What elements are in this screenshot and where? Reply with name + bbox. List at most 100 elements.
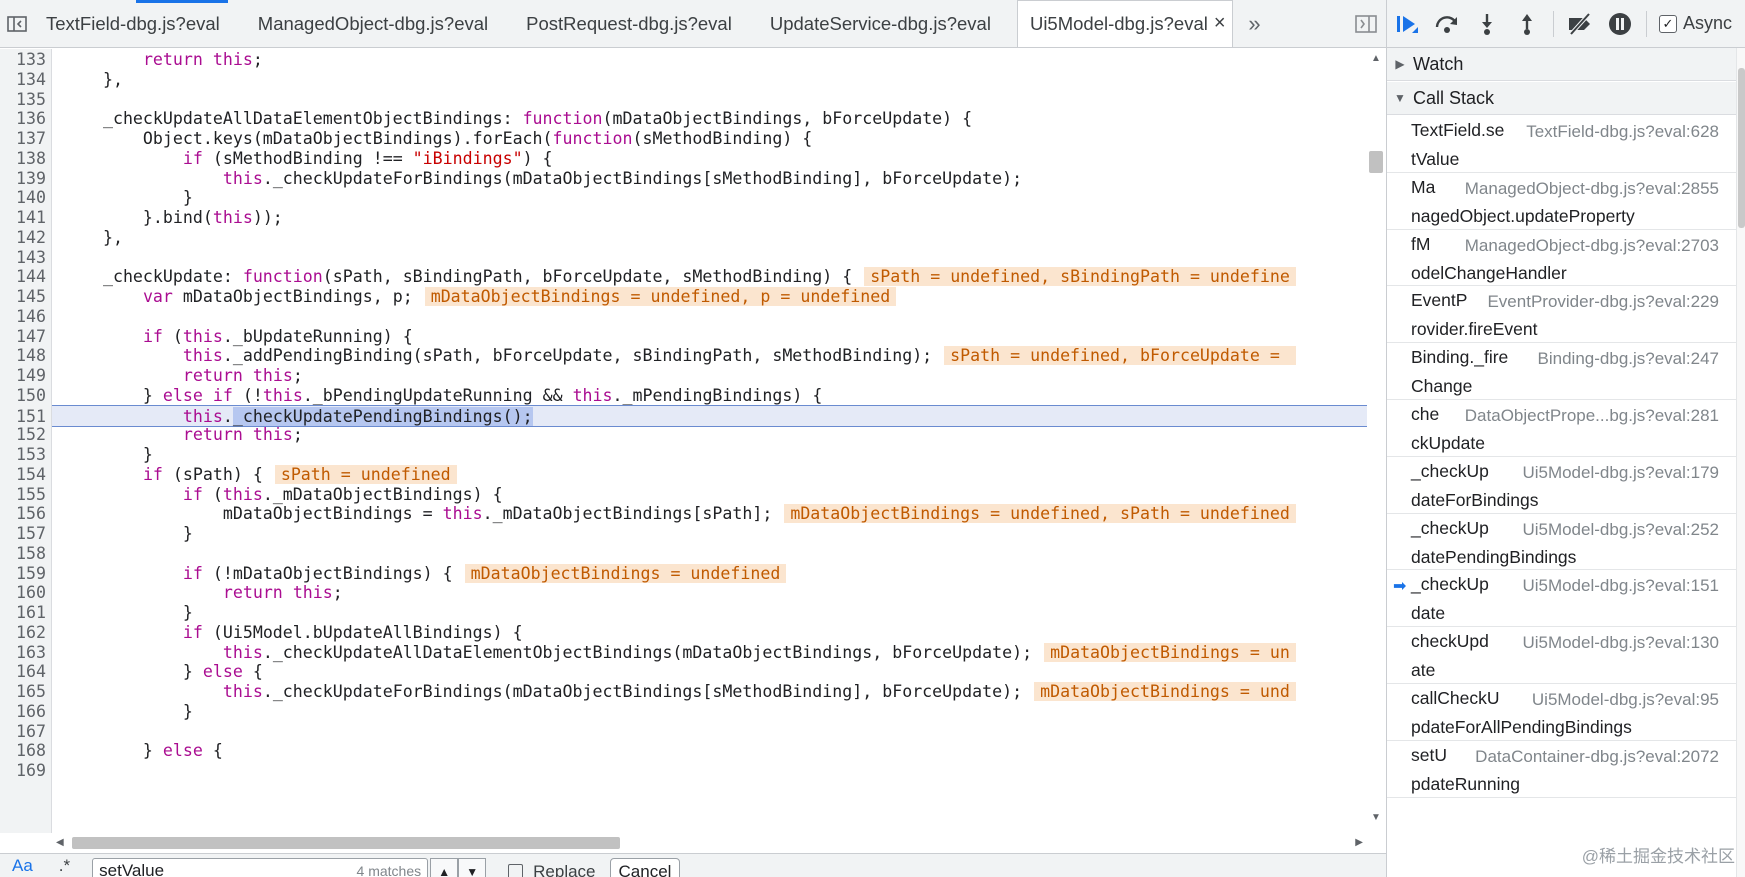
code-line[interactable]: 149 return this; [0, 365, 1367, 387]
code-line[interactable]: 167 [0, 721, 1367, 743]
frame-location[interactable]: TextField-dbg.js?eval:628 [1526, 122, 1719, 142]
code-line[interactable]: 140 } [0, 187, 1367, 209]
code-line[interactable]: 158 [0, 543, 1367, 565]
line-number[interactable]: 142 [0, 227, 46, 249]
call-frame[interactable]: callCheckU Ui5Model-dbg.js?eval:95 pdateFo… [1387, 684, 1745, 741]
line-number[interactable]: 150 [0, 385, 46, 407]
code-line[interactable]: 150 } else if (!this._bPendingUpdateRunn… [0, 385, 1367, 407]
editor-vertical-scrollbar[interactable]: ▲ ▼ [1367, 49, 1386, 833]
line-number[interactable]: 168 [0, 740, 46, 762]
code-line[interactable]: 138 if (sMethodBinding !== "iBindings") … [0, 148, 1367, 170]
code-line[interactable]: 164 } else { [0, 661, 1367, 683]
deactivate-breakpoints-icon[interactable] [1560, 0, 1600, 48]
code-line[interactable]: 139 this._checkUpdateForBindings(mDataOb… [0, 168, 1367, 190]
line-number[interactable]: 140 [0, 187, 46, 209]
step-out-icon[interactable] [1507, 0, 1547, 48]
call-stack-section-header[interactable]: ▼ Call Stack [1387, 82, 1745, 115]
code-line[interactable]: 166 } [0, 701, 1367, 723]
code-line[interactable]: 141 }.bind(this)); [0, 207, 1367, 229]
scroll-up-icon[interactable]: ▲ [1371, 53, 1381, 64]
frame-location[interactable]: Ui5Model-dbg.js?eval:95 [1532, 690, 1719, 710]
tab-managedobject-dbg-js-eval[interactable]: ManagedObject-dbg.js?eval [246, 0, 498, 47]
editor-horizontal-scrollbar[interactable]: ◀ ▶ [52, 833, 1367, 853]
code-editor[interactable]: 133 return this; 134 }, 135 136 _checkUpdat… [0, 49, 1386, 833]
code-line[interactable]: 135 [0, 89, 1367, 111]
code-line[interactable]: 153 } [0, 444, 1367, 466]
code-line[interactable]: 145 var mDataObjectBindings, p; mDataObje… [0, 286, 1367, 308]
code-line[interactable]: 142 }, [0, 227, 1367, 249]
line-number[interactable]: 165 [0, 681, 46, 703]
code-line[interactable]: 144 _checkUpdate: function(sPath, sBindi… [0, 266, 1367, 288]
frame-location[interactable]: Ui5Model-dbg.js?eval:179 [1522, 463, 1719, 483]
call-frame[interactable]: setU DataContainer-dbg.js?eval:2072 pdateR… [1387, 741, 1745, 798]
line-number[interactable]: 163 [0, 642, 46, 664]
scroll-down-icon[interactable]: ▼ [1371, 812, 1381, 823]
code-line[interactable]: 169 [0, 760, 1367, 782]
call-frame-current[interactable]: ➡ _checkUp Ui5Model-dbg.js?eval:151 date [1387, 570, 1745, 628]
call-frame[interactable]: Binding._fire Binding-dbg.js?eval:247 Chan… [1387, 343, 1745, 400]
regex-toggle[interactable]: .* [59, 856, 70, 876]
tab-textfield-dbg-js-eval[interactable]: TextField-dbg.js?eval [34, 0, 230, 47]
line-number[interactable]: 155 [0, 484, 46, 506]
line-number[interactable]: 158 [0, 543, 46, 565]
code-line[interactable]: 160 return this; [0, 582, 1367, 604]
pause-on-exceptions-icon[interactable] [1600, 0, 1640, 48]
line-number[interactable]: 160 [0, 582, 46, 604]
line-number[interactable]: 143 [0, 247, 46, 269]
chevron-up-icon[interactable]: ▲ [430, 857, 459, 877]
code-line[interactable]: 154 if (sPath) {sPath = undefined [0, 464, 1367, 486]
code-line[interactable]: 163 this._checkUpdateAllDataElementObjec… [0, 642, 1367, 664]
frame-location[interactable]: DataObjectPrope...bg.js?eval:281 [1465, 406, 1719, 426]
line-number[interactable]: 153 [0, 444, 46, 466]
line-number[interactable]: 136 [0, 108, 46, 130]
code-line[interactable]: 143 [0, 247, 1367, 269]
tab-postrequest-dbg-js-eval[interactable]: PostRequest-dbg.js?eval [514, 0, 742, 47]
frame-location[interactable]: Ui5Model-dbg.js?eval:252 [1522, 520, 1719, 540]
code-line[interactable]: 155 if (this._mDataObjectBindings) { [0, 484, 1367, 506]
call-frame[interactable]: TextField.se TextField-dbg.js?eval:628 tVa… [1387, 116, 1745, 173]
code-line[interactable]: 161 } [0, 602, 1367, 624]
scroll-left-icon[interactable]: ◀ [56, 837, 64, 848]
line-number[interactable]: 145 [0, 286, 46, 308]
line-number[interactable]: 157 [0, 523, 46, 545]
sidebar-left-icon[interactable] [0, 0, 34, 47]
scrollbar-thumb[interactable] [1369, 151, 1383, 173]
line-number[interactable]: 138 [0, 148, 46, 170]
frame-location[interactable]: ManagedObject-dbg.js?eval:2855 [1465, 179, 1719, 199]
line-number[interactable]: 161 [0, 602, 46, 624]
line-number[interactable]: 147 [0, 326, 46, 348]
code-line[interactable]: 133 return this; [0, 49, 1367, 71]
code-line[interactable]: 152 return this; [0, 424, 1367, 446]
frame-location[interactable]: Ui5Model-dbg.js?eval:130 [1522, 633, 1719, 653]
call-frame[interactable]: che DataObjectPrope...bg.js?eval:281 ckUpd… [1387, 400, 1745, 457]
cancel-button[interactable]: Cancel [609, 857, 681, 877]
line-number[interactable]: 139 [0, 168, 46, 190]
scroll-right-icon[interactable]: ▶ [1355, 837, 1363, 848]
line-number[interactable]: 137 [0, 128, 46, 150]
line-number[interactable]: 133 [0, 49, 46, 71]
line-number[interactable]: 149 [0, 365, 46, 387]
tab-updateservice-dbg-js-eval[interactable]: UpdateService-dbg.js?eval [758, 0, 1001, 47]
call-frame[interactable]: _checkUp Ui5Model-dbg.js?eval:252 datePend… [1387, 514, 1745, 571]
frame-location[interactable]: EventProvider-dbg.js?eval:229 [1487, 292, 1719, 312]
async-checkbox[interactable]: ✓ [1659, 14, 1677, 33]
line-number[interactable]: 167 [0, 721, 46, 743]
match-case-toggle[interactable]: Aa [12, 856, 33, 876]
line-number[interactable]: 156 [0, 503, 46, 525]
sidebar-scrollbar[interactable] [1736, 48, 1745, 877]
step-into-icon[interactable] [1467, 0, 1507, 48]
code-line[interactable]: 165 this._checkUpdateForBindings(mDataOb… [0, 681, 1367, 703]
code-line[interactable]: 134 }, [0, 69, 1367, 91]
line-number[interactable]: 148 [0, 345, 46, 367]
line-number[interactable]: 144 [0, 266, 46, 288]
call-frame[interactable]: _checkUp Ui5Model-dbg.js?eval:179 dateForB… [1387, 457, 1745, 514]
code-line[interactable]: 147 if (this._bUpdateRunning) { [0, 326, 1367, 348]
call-frame[interactable]: fM ManagedObject-dbg.js?eval:2703 odelChan… [1387, 230, 1745, 287]
call-frame[interactable]: EventP EventProvider-dbg.js?eval:229 rovid… [1387, 286, 1745, 344]
sidebar-right-icon[interactable] [1346, 0, 1386, 47]
call-frame[interactable]: Ma ManagedObject-dbg.js?eval:2855 nagedObj… [1387, 173, 1745, 230]
current-execution-line[interactable]: 151 this._checkUpdatePendingBindings(); [0, 404, 1367, 428]
line-number[interactable]: 141 [0, 207, 46, 229]
line-number[interactable]: 152 [0, 424, 46, 446]
code-line[interactable]: 168 } else { [0, 740, 1367, 762]
